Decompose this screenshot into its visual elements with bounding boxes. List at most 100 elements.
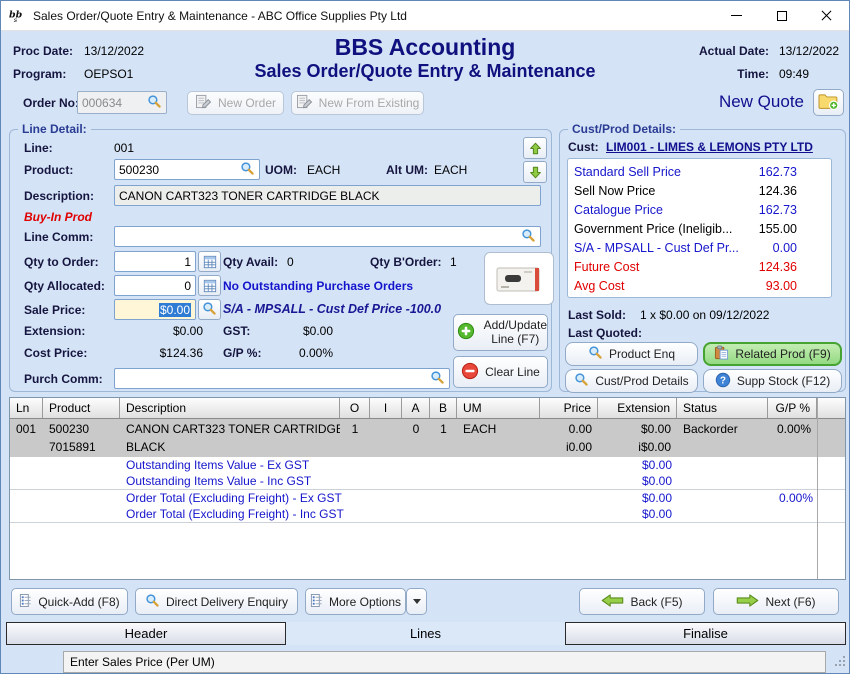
- qty-allocated-input[interactable]: 0: [114, 275, 196, 296]
- clear-line-label: Clear Line: [485, 365, 540, 379]
- move-line-down-button[interactable]: [523, 161, 547, 183]
- product-label: Product:: [24, 163, 73, 177]
- new-order-label: New Order: [218, 96, 276, 110]
- cell-price: 0.00i0.00: [540, 419, 598, 457]
- price-row[interactable]: Catalogue Price162.73: [568, 200, 831, 219]
- price-row[interactable]: Government Price (Ineligib...155.00: [568, 219, 831, 238]
- sale-price-input[interactable]: $0.00: [114, 299, 196, 320]
- qty-to-order-input[interactable]: 1: [114, 251, 196, 272]
- extension-value: $0.00: [114, 324, 203, 338]
- cust-prod-group: Cust/Prod Details: Cust: LIM001 - LIMES …: [559, 129, 846, 392]
- cost-price-value: $124.36: [114, 346, 203, 360]
- col-header-gp[interactable]: G/P %: [768, 398, 817, 418]
- sale-price-search-button[interactable]: [198, 299, 221, 320]
- resize-grip[interactable]: [834, 655, 846, 670]
- more-options-button[interactable]: More Options: [305, 588, 406, 615]
- more-options-label: More Options: [329, 595, 401, 609]
- time-value: 09:49: [779, 67, 809, 81]
- maximize-button[interactable]: [759, 1, 804, 30]
- line-label: Line:: [24, 141, 53, 155]
- search-icon[interactable]: [521, 228, 536, 246]
- new-order-icon: [195, 94, 212, 112]
- next-button[interactable]: Next (F6): [713, 588, 839, 615]
- supp-stock-label: Supp Stock (F12): [737, 374, 830, 388]
- back-button[interactable]: Back (F5): [579, 588, 705, 615]
- col-header-um[interactable]: UM: [457, 398, 540, 418]
- back-icon: [601, 594, 624, 610]
- cell-um: EACH: [457, 419, 540, 457]
- clear-line-button[interactable]: Clear Line: [453, 356, 548, 388]
- new-quote-button[interactable]: [813, 89, 844, 116]
- tab-finalise[interactable]: Finalise: [565, 622, 846, 645]
- status-message: Enter Sales Price (Per UM): [70, 655, 215, 669]
- add-update-line-label: Add/Update Line (F7): [484, 319, 547, 347]
- product-input[interactable]: 500230: [114, 159, 260, 180]
- col-header-i[interactable]: I: [370, 398, 402, 418]
- supp-stock-button[interactable]: ? Supp Stock (F12): [703, 369, 842, 393]
- col-header-price[interactable]: Price: [540, 398, 598, 418]
- search-icon[interactable]: [240, 161, 255, 179]
- qty-avail-label: Qty Avail:: [223, 255, 278, 269]
- move-line-up-button[interactable]: [523, 137, 547, 159]
- col-header-a[interactable]: A: [402, 398, 430, 418]
- qty-allocated-label: Qty Allocated:: [24, 279, 105, 293]
- cell-extension: $0.00i$0.00: [598, 419, 677, 457]
- purch-comm-input[interactable]: [114, 368, 450, 389]
- quick-add-button[interactable]: Quick-Add (F8): [11, 588, 128, 615]
- product-image-button[interactable]: [484, 252, 554, 305]
- qty-to-order-label: Qty to Order:: [24, 255, 99, 269]
- new-from-existing-button[interactable]: New From Existing: [291, 91, 424, 115]
- price-label: Sell Now Price: [574, 184, 759, 198]
- tab-header[interactable]: Header: [6, 622, 286, 645]
- price-row[interactable]: Standard Sell Price162.73: [568, 162, 831, 181]
- alt-um-label: Alt UM:: [386, 163, 428, 177]
- sale-price-value: $0.00: [159, 303, 191, 317]
- direct-delivery-enquiry-button[interactable]: Direct Delivery Enquiry: [135, 588, 298, 615]
- related-prod-button[interactable]: Related Prod (F9): [703, 342, 842, 366]
- qty-border-value: 1: [450, 255, 457, 269]
- cust-prod-details-button[interactable]: Cust/Prod Details: [565, 369, 698, 393]
- col-header-ln[interactable]: Ln: [10, 398, 43, 418]
- actual-date: Actual Date:13/12/2022: [689, 44, 839, 58]
- order-no-input[interactable]: 000634: [77, 91, 167, 114]
- new-order-button[interactable]: New Order: [187, 91, 284, 115]
- more-options-dropdown-button[interactable]: [406, 588, 427, 615]
- summary-row: Outstanding Items Value - Ex GST$0.00: [10, 457, 845, 473]
- line-comm-input[interactable]: [114, 226, 541, 247]
- add-update-line-button[interactable]: Add/Update Line (F7): [453, 314, 548, 351]
- close-button[interactable]: [804, 1, 849, 30]
- table-scrollbar-gutter: [817, 398, 818, 579]
- price-label: Future Cost: [574, 260, 759, 274]
- col-header-description[interactable]: Description: [120, 398, 340, 418]
- col-header-product[interactable]: Product: [43, 398, 120, 418]
- minimize-button[interactable]: [714, 1, 759, 30]
- customer-link[interactable]: LIM001 - LIMES & LEMONS PTY LTD: [606, 140, 813, 154]
- gp-value: 0.00%: [250, 346, 333, 360]
- product-enq-button[interactable]: Product Enq: [565, 342, 698, 366]
- price-row[interactable]: Avg Cost93.00: [568, 276, 831, 295]
- next-label: Next (F6): [765, 595, 815, 609]
- price-row[interactable]: S/A - MPSALL - Cust Def Pr...0.00: [568, 238, 831, 257]
- col-header-status[interactable]: Status: [677, 398, 768, 418]
- col-header-extension[interactable]: Extension: [598, 398, 677, 418]
- search-icon: [574, 372, 589, 390]
- cell-gp: 0.00%: [768, 419, 817, 457]
- svg-text:?: ?: [720, 375, 726, 386]
- col-header-b[interactable]: B: [430, 398, 457, 418]
- cost-price-label: Cost Price:: [24, 346, 87, 360]
- qty-calculator-button[interactable]: [198, 251, 221, 272]
- search-icon[interactable]: [147, 94, 162, 112]
- price-row[interactable]: Sell Now Price124.36: [568, 181, 831, 200]
- cell-b: 1: [430, 419, 457, 457]
- price-row[interactable]: Future Cost124.36: [568, 257, 831, 276]
- summary-label: Order Total (Excluding Freight) - Ex GST: [120, 490, 598, 506]
- cell-o: 1: [340, 419, 370, 457]
- tab-lines[interactable]: Lines: [286, 622, 565, 645]
- alloc-calculator-button[interactable]: [198, 275, 221, 296]
- search-icon[interactable]: [430, 370, 445, 388]
- order-no-value: 000634: [82, 96, 122, 110]
- price-value: 155.00: [759, 222, 797, 236]
- quick-add-label: Quick-Add (F8): [38, 595, 119, 609]
- table-row[interactable]: 001 5002307015891 CANON CART323 TONER CA…: [10, 419, 845, 457]
- col-header-o[interactable]: O: [340, 398, 370, 418]
